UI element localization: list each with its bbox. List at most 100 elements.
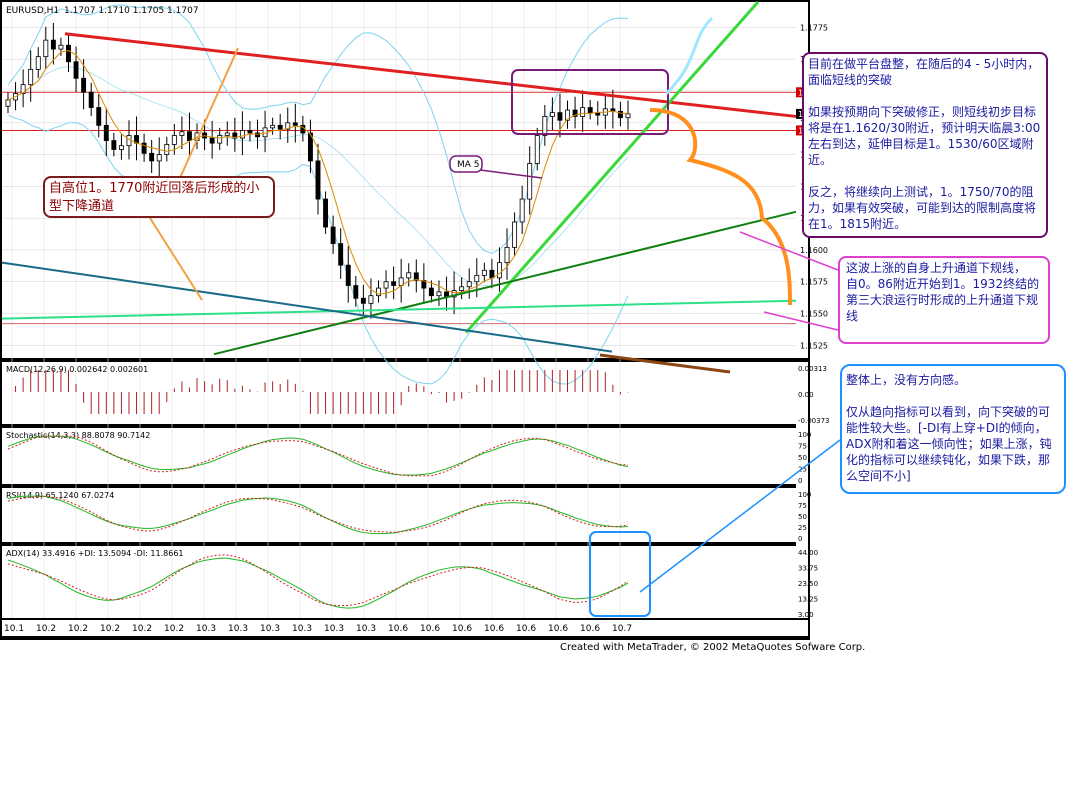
- time-tick-label: 10.3: [292, 624, 312, 634]
- indicator-scale-label: 44.00: [798, 549, 818, 557]
- candle-body: [353, 285, 359, 299]
- time-tick-label: 10.3: [260, 624, 280, 634]
- indicator-label: Stochastic(14,3,3) 88.8078 90.7142: [6, 431, 150, 440]
- candle-body: [519, 198, 525, 223]
- candle-body: [164, 143, 170, 155]
- indicator-scale-label: 25: [798, 524, 807, 532]
- time-tick-label: 10.2: [36, 624, 56, 634]
- indicator-scale-label: 100: [798, 491, 811, 499]
- time-tick-label: 10.3: [324, 624, 344, 634]
- price-tick-label: 1.1575: [800, 278, 828, 287]
- candle-body: [557, 112, 563, 121]
- time-tick-label: 10.6: [452, 624, 472, 634]
- candle-body: [489, 269, 495, 279]
- candle-body: [103, 124, 109, 141]
- candle-body: [330, 226, 336, 244]
- candle-body: [5, 99, 11, 107]
- candle-body: [35, 56, 41, 70]
- indicator-scale-label: 100: [798, 431, 811, 439]
- candle-body: [217, 135, 223, 144]
- indicator-scale-label: 0: [798, 535, 802, 543]
- credit-label: Created with MetaTrader, © 2002 MetaQuot…: [560, 642, 866, 653]
- candle-body: [587, 107, 593, 114]
- candle-body: [126, 135, 132, 147]
- candle-body: [323, 198, 329, 228]
- candle-body: [58, 44, 64, 50]
- channel-note: 自高位1。1770附近回落后形成的小型下降通道: [43, 176, 275, 218]
- time-tick-label: 10.6: [388, 624, 408, 634]
- time-tick-label: 10.2: [164, 624, 184, 634]
- time-tick-label: 10.3: [356, 624, 376, 634]
- candle-body: [512, 221, 518, 248]
- price-tick-label: 1.1525: [800, 341, 828, 350]
- price-tick-label: 1.1550: [800, 310, 828, 319]
- candle-body: [474, 274, 480, 283]
- time-tick-label: 10.2: [68, 624, 88, 634]
- candle-body: [224, 132, 230, 136]
- candle-body: [73, 61, 79, 79]
- time-tick-label: 10.6: [516, 624, 536, 634]
- candle-body: [171, 135, 177, 145]
- candle-body: [497, 262, 502, 279]
- summary-note: 整体上，没有方向感。 仅从趋向指标可以看到，向下突破的可能性较大些。[-DI有上…: [840, 364, 1066, 494]
- candle-body: [179, 131, 185, 136]
- indicator-scale-label: 13.25: [798, 596, 818, 604]
- candle-body: [156, 154, 162, 162]
- candle-body: [345, 264, 351, 286]
- time-tick-label: 10.3: [196, 624, 216, 634]
- candle-body: [277, 124, 283, 130]
- channel-explanation-note: 这波上涨的自身上升通道下规线， 自0。86附近开始到1。1932终结的第三大浪运…: [838, 256, 1050, 344]
- candle-body: [50, 39, 56, 50]
- candle-body: [459, 286, 465, 292]
- candle-body: [542, 116, 548, 136]
- candle-body: [391, 281, 397, 286]
- symbol-label: EURUSD,H1: [6, 6, 59, 16]
- candle-body: [28, 68, 34, 86]
- indicator-scale-label: 0.00: [798, 391, 814, 399]
- indicator-scale-label: 75: [798, 502, 807, 510]
- indicator-label: MACD(12,26,9) 0.002642 0.002601: [6, 365, 148, 374]
- ma5-label: MA 5: [457, 160, 480, 170]
- candle-body: [338, 243, 344, 266]
- time-tick-label: 10.6: [580, 624, 600, 634]
- candle-body: [481, 269, 487, 276]
- time-tick-label: 10.3: [228, 624, 248, 634]
- candle-body: [549, 112, 555, 117]
- candle-body: [88, 91, 94, 108]
- indicator-scale-label: 0: [798, 477, 802, 485]
- indicator-scale-label: 3.00: [798, 611, 814, 619]
- candle-body: [96, 107, 102, 126]
- time-tick-label: 10.1: [4, 624, 24, 634]
- candle-body: [315, 160, 321, 200]
- forecast-note: 目前在做平台盘整，在随后的4 - 5小时内，面临短线的突破 如果按预期向下突破修…: [802, 52, 1048, 238]
- candle-body: [81, 77, 87, 93]
- candle-body: [406, 272, 412, 279]
- price-tick-label: 1.1600: [800, 246, 828, 255]
- candle-body: [368, 295, 374, 304]
- candle-body: [383, 281, 389, 289]
- candle-body: [111, 140, 117, 150]
- candle-body: [580, 107, 586, 117]
- ohlc-label: 1.1707 1.1710 1.1705 1.1707: [64, 6, 199, 16]
- candle-body: [534, 135, 540, 164]
- candle-body: [527, 163, 533, 200]
- candle-body: [292, 122, 298, 126]
- indicator-scale-label: 0.00313: [798, 365, 827, 373]
- candle-body: [625, 113, 631, 119]
- candle-body: [43, 39, 49, 58]
- time-tick-label: 10.6: [420, 624, 440, 634]
- indicator-scale-label: -0.00373: [798, 417, 829, 425]
- time-tick-label: 10.7: [612, 624, 632, 634]
- candle-body: [360, 297, 366, 304]
- candle-body: [466, 281, 472, 288]
- price-tick-label: 1.1775: [800, 23, 828, 32]
- candle-body: [149, 152, 155, 162]
- indicator-scale-label: 33.75: [798, 565, 818, 573]
- candle-body: [209, 137, 215, 144]
- time-tick-label: 10.6: [548, 624, 568, 634]
- indicator-label: ADX(14) 33.4916 +DI: 13.5094 -DI: 11.866…: [6, 549, 184, 558]
- candle-body: [436, 291, 442, 297]
- indicator-scale-label: 50: [798, 454, 807, 462]
- candle-body: [247, 130, 253, 134]
- candle-body: [504, 246, 510, 264]
